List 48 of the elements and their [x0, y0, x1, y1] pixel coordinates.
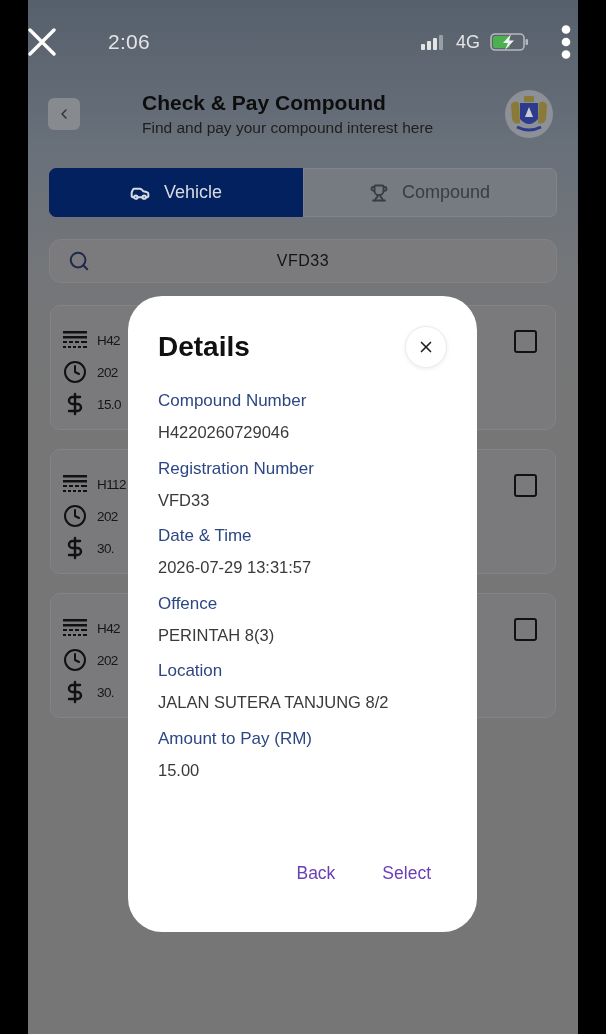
amount: 30.: [97, 540, 114, 556]
field-label: Date & Time: [158, 525, 253, 547]
clock-icon: [63, 504, 87, 528]
field-value: 15.00: [158, 759, 201, 781]
more-options-icon[interactable]: [560, 25, 572, 59]
trophy-icon: [369, 183, 388, 202]
close-icon[interactable]: [28, 28, 56, 56]
search-icon: [68, 250, 90, 272]
compound-number: H42: [97, 332, 120, 348]
field-value: 2026-07-29 13:31:57: [158, 557, 313, 578]
checkbox[interactable]: [514, 618, 537, 641]
field-label: Offence: [158, 592, 219, 615]
page-title: Check & Pay Compound: [142, 91, 387, 115]
status-time: 2:06: [108, 30, 151, 54]
dialog-title: Details: [158, 331, 250, 363]
tab[interactable]: Vehicle: [49, 168, 303, 217]
compound-number: H42: [97, 620, 120, 636]
crest-logo: [505, 89, 553, 139]
date-time: 202: [97, 364, 118, 380]
clock-icon: [63, 360, 87, 384]
field-value: VFD33: [158, 489, 211, 511]
date-time: 202: [97, 652, 118, 668]
dashed-lines-icon: [63, 619, 87, 637]
field-value: JALAN SUTERA TANJUNG 8/2: [158, 692, 390, 713]
close-button[interactable]: [405, 326, 447, 368]
search-value: VFD33: [276, 252, 330, 270]
field-value: H4220260729046: [158, 422, 291, 443]
field-label: Location: [158, 660, 224, 682]
field-label: Amount to Pay (RM): [158, 727, 313, 750]
network-label: 4G: [456, 31, 480, 53]
dashed-lines-icon: [63, 475, 87, 493]
date-time: 202: [97, 508, 118, 524]
battery-charging-icon: [490, 33, 529, 51]
field-label: Compound Number: [158, 390, 308, 412]
signal-icon: [421, 34, 445, 50]
checkbox[interactable]: [514, 330, 537, 353]
clock-icon: [63, 648, 87, 672]
page-subtitle: Find and pay your compound interest here: [142, 119, 434, 137]
search-field[interactable]: VFD33: [49, 239, 557, 283]
back-button[interactable]: Back: [288, 858, 344, 888]
compound-number: H112: [97, 476, 126, 492]
field-label: Registration Number: [158, 457, 315, 480]
checkbox[interactable]: [514, 474, 537, 497]
amount: 30.: [97, 684, 114, 700]
dashed-lines-icon: [63, 331, 87, 349]
field-value: PERINTAH 8(3): [158, 624, 276, 646]
select-button[interactable]: Select: [374, 858, 439, 888]
amount: 15.0: [97, 396, 121, 412]
